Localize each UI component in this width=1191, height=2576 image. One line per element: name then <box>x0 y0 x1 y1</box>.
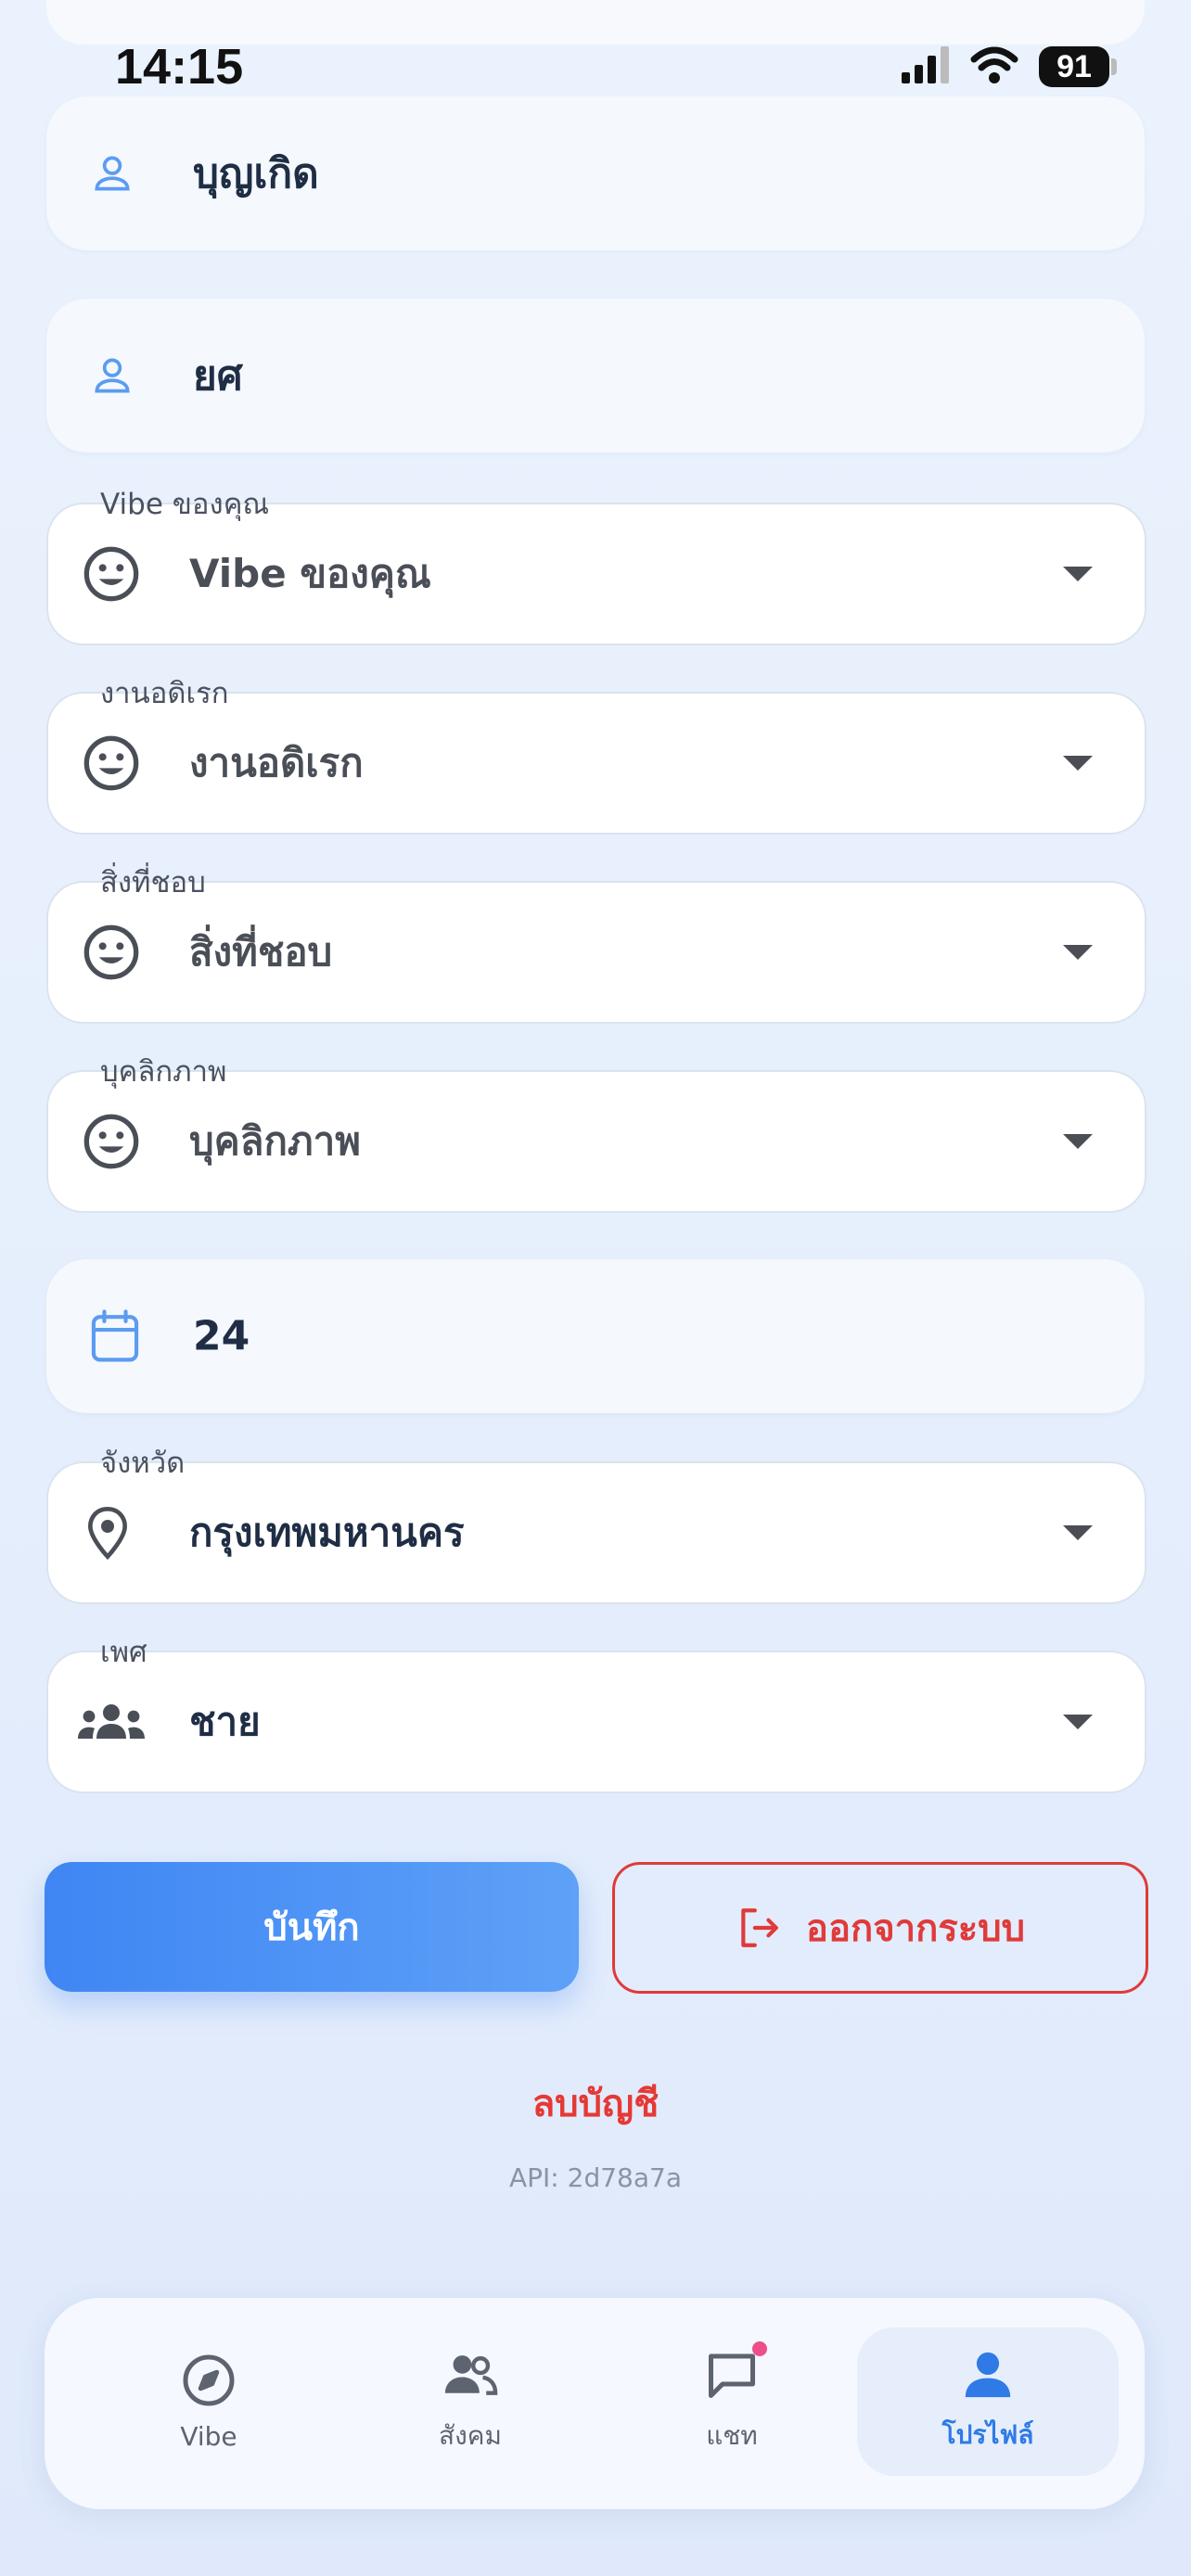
compass-icon <box>183 2354 235 2405</box>
likes-select-value: สิ่งที่ชอบ <box>189 929 333 975</box>
smiley-icon <box>83 925 139 980</box>
person-icon <box>965 2352 1011 2398</box>
person-outline-icon <box>95 358 130 393</box>
vibe-select-value: Vibe ของคุณ <box>189 551 431 596</box>
logout-button-label: ออกจากระบบ <box>805 1907 1026 1950</box>
vibe-select-label: Vibe ของคุณ <box>91 486 279 523</box>
smiley-icon <box>83 1114 139 1169</box>
first-name-field[interactable]: บุญเกิด <box>46 96 1145 250</box>
province-select-value: กรุงเทพมหานคร <box>189 1510 465 1555</box>
chevron-down-icon <box>1063 1134 1093 1149</box>
battery-indicator: 91 <box>1039 46 1109 87</box>
status-time: 14:15 <box>115 39 244 95</box>
gender-select[interactable]: ชาย <box>46 1651 1146 1793</box>
smiley-icon <box>83 546 139 602</box>
unread-badge-dot <box>752 2341 767 2356</box>
hobby-select-value: งานอดิเรก <box>189 740 364 785</box>
likes-select-label: สิ่งที่ชอบ <box>91 864 215 901</box>
likes-select[interactable]: สิ่งที่ชอบ <box>46 881 1146 1024</box>
chat-icon-wrapper <box>702 2341 767 2403</box>
battery-tip <box>1111 58 1117 75</box>
nav-label-vibe: Vibe <box>180 2420 237 2452</box>
chevron-down-icon <box>1063 567 1093 581</box>
gender-select-label: เพศ <box>91 1634 157 1671</box>
province-select-label: จังหวัด <box>91 1445 195 1482</box>
hobby-select-label: งานอดิเรก <box>91 675 238 712</box>
api-version-text: API: 2d78a7a <box>509 2162 682 2193</box>
people-group-icon <box>78 1704 145 1739</box>
chevron-down-icon <box>1063 945 1093 960</box>
chevron-down-icon <box>1063 1715 1093 1729</box>
signal-icon <box>902 46 949 83</box>
bottom-nav: Vibe สังคม แชท โปรไฟล์ <box>45 2298 1145 2509</box>
nav-item-social[interactable]: สังคม <box>339 2327 601 2476</box>
nav-label-social: สังคม <box>439 2420 502 2451</box>
age-value: 24 <box>193 1312 250 1360</box>
personality-select-label: บุคลิกภาพ <box>91 1053 237 1090</box>
first-name-value: บุญเกิด <box>193 150 319 198</box>
smiley-icon <box>83 735 139 791</box>
personality-select[interactable]: บุคลิกภาพ <box>46 1070 1146 1213</box>
nickname-value: ยศ <box>193 352 243 400</box>
province-select[interactable]: กรุงเทพมหานคร <box>46 1461 1146 1604</box>
hobby-select[interactable]: งานอดิเรก <box>46 692 1146 835</box>
nav-item-vibe[interactable]: Vibe <box>78 2327 339 2476</box>
location-pin-icon <box>87 1506 128 1561</box>
nav-item-profile[interactable]: โปรไฟล์ <box>857 2327 1119 2476</box>
nav-label-chat: แชท <box>706 2420 758 2451</box>
personality-select-value: บุคลิกภาพ <box>189 1118 361 1164</box>
nav-item-chat[interactable]: แชท <box>601 2327 863 2476</box>
wifi-icon <box>970 46 1018 83</box>
calendar-icon <box>91 1309 139 1362</box>
save-button-label: บันทึก <box>263 1906 360 1949</box>
logout-button[interactable]: ออกจากระบบ <box>612 1862 1148 1994</box>
age-field[interactable]: 24 <box>46 1259 1145 1413</box>
people-icon <box>444 2355 498 2395</box>
nickname-field[interactable]: ยศ <box>46 299 1145 453</box>
chat-icon <box>709 2353 755 2398</box>
chevron-down-icon <box>1063 1525 1093 1540</box>
save-button[interactable]: บันทึก <box>45 1862 579 1992</box>
vibe-select[interactable]: Vibe ของคุณ <box>46 503 1146 645</box>
delete-account-link[interactable]: ลบบัญชี <box>0 2073 1191 2133</box>
chevron-down-icon <box>1063 756 1093 771</box>
person-outline-icon <box>95 156 130 191</box>
gender-select-value: ชาย <box>189 1699 261 1744</box>
logout-icon <box>741 1908 778 1947</box>
nav-label-profile: โปรไฟล์ <box>941 2419 1034 2450</box>
